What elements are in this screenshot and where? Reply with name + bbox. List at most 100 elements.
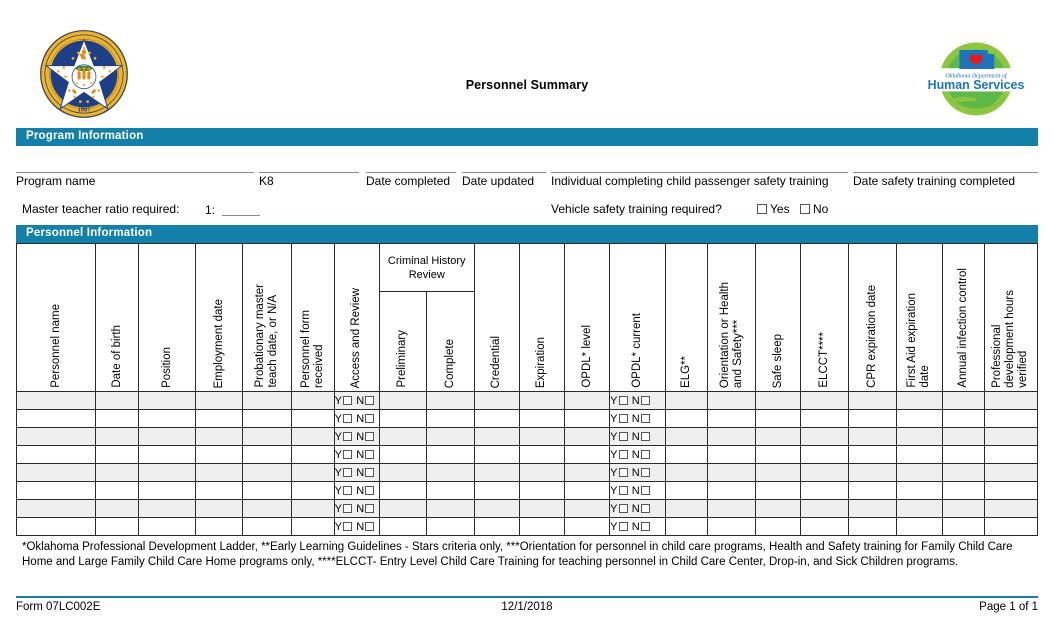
cell-preliminary[interactable] bbox=[378, 391, 427, 410]
cell-personnel-name[interactable] bbox=[15, 481, 97, 500]
checkbox-no-icon[interactable] bbox=[365, 503, 375, 513]
checkbox-no-icon[interactable] bbox=[640, 395, 650, 405]
cell-elcct[interactable] bbox=[800, 409, 849, 428]
cell-yes-no[interactable]: YN bbox=[609, 391, 667, 410]
checkbox-yes-icon[interactable] bbox=[343, 449, 353, 459]
checkbox-no-icon[interactable] bbox=[365, 413, 375, 423]
cell-employment-date[interactable] bbox=[195, 463, 244, 482]
cell-safe-sleep[interactable] bbox=[755, 409, 802, 428]
cell-personnel-name[interactable] bbox=[15, 409, 97, 428]
cell-professional-development-hours-verified[interactable] bbox=[983, 409, 1039, 428]
cell-complete[interactable] bbox=[425, 391, 475, 410]
field-date-safety-training-completed[interactable]: Date safety training completed bbox=[853, 172, 1038, 188]
cell-credential[interactable] bbox=[473, 409, 520, 428]
cell-yes-no[interactable]: YN bbox=[333, 445, 380, 464]
cell-complete[interactable] bbox=[425, 427, 475, 446]
cell-first-aid-expiration-date[interactable] bbox=[895, 463, 943, 482]
cell-elg[interactable] bbox=[665, 445, 709, 464]
cell-elcct[interactable] bbox=[800, 427, 849, 446]
checkbox-yes-icon[interactable] bbox=[618, 521, 628, 531]
cell-first-aid-expiration-date[interactable] bbox=[895, 499, 943, 518]
cell-orientation-or-health-and-safety[interactable] bbox=[707, 409, 757, 428]
cell-probationary-master-teach-date-or-n-a[interactable] bbox=[242, 391, 292, 410]
cell-annual-infection-control[interactable] bbox=[941, 499, 985, 518]
vehicle-safety-no-option[interactable]: No bbox=[800, 202, 828, 216]
cell-cpr-expiration-date[interactable] bbox=[847, 517, 897, 536]
cell-cpr-expiration-date[interactable] bbox=[847, 409, 897, 428]
checkbox-yes-icon[interactable] bbox=[618, 449, 628, 459]
cell-safe-sleep[interactable] bbox=[755, 445, 802, 464]
cell-personnel-name[interactable] bbox=[15, 445, 97, 464]
checkbox-yes-icon[interactable] bbox=[618, 467, 628, 477]
cell-position[interactable] bbox=[138, 499, 197, 518]
cell-position[interactable] bbox=[138, 391, 197, 410]
cell-cpr-expiration-date[interactable] bbox=[847, 463, 897, 482]
field-date-completed[interactable]: Date completed bbox=[366, 172, 456, 188]
checkbox-no-icon[interactable] bbox=[365, 485, 375, 495]
cell-position[interactable] bbox=[138, 445, 197, 464]
cell-date-of-birth[interactable] bbox=[95, 427, 140, 446]
cell-preliminary[interactable] bbox=[378, 481, 427, 500]
cell-personnel-name[interactable] bbox=[15, 517, 97, 536]
cell-first-aid-expiration-date[interactable] bbox=[895, 427, 943, 446]
cell-first-aid-expiration-date[interactable] bbox=[895, 409, 943, 428]
cell-first-aid-expiration-date[interactable] bbox=[895, 517, 943, 536]
checkbox-yes-icon[interactable] bbox=[618, 503, 628, 513]
cell-first-aid-expiration-date[interactable] bbox=[895, 391, 943, 410]
cell-cpr-expiration-date[interactable] bbox=[847, 499, 897, 518]
cell-probationary-master-teach-date-or-n-a[interactable] bbox=[242, 445, 292, 464]
cell-personnel-form-received[interactable] bbox=[290, 391, 335, 410]
checkbox-no-icon[interactable] bbox=[640, 449, 650, 459]
cell-annual-infection-control[interactable] bbox=[941, 517, 985, 536]
cell-yes-no[interactable]: YN bbox=[333, 409, 380, 428]
cell-opdl-level[interactable] bbox=[563, 517, 611, 536]
checkbox-no-icon[interactable] bbox=[640, 521, 650, 531]
cell-complete[interactable] bbox=[425, 499, 475, 518]
cell-first-aid-expiration-date[interactable] bbox=[895, 445, 943, 464]
master-teacher-ratio-input[interactable] bbox=[222, 215, 260, 216]
cell-opdl-level[interactable] bbox=[563, 499, 611, 518]
cell-annual-infection-control[interactable] bbox=[941, 463, 985, 482]
cell-cpr-expiration-date[interactable] bbox=[847, 445, 897, 464]
cell-yes-no[interactable]: YN bbox=[609, 409, 667, 428]
cell-preliminary[interactable] bbox=[378, 409, 427, 428]
cell-personnel-form-received[interactable] bbox=[290, 445, 335, 464]
checkbox-no-icon[interactable] bbox=[365, 467, 375, 477]
cell-preliminary[interactable] bbox=[378, 517, 427, 536]
cell-credential[interactable] bbox=[473, 427, 520, 446]
cell-yes-no[interactable]: YN bbox=[609, 427, 667, 446]
cell-orientation-or-health-and-safety[interactable] bbox=[707, 391, 757, 410]
checkbox-no-icon[interactable] bbox=[800, 204, 810, 214]
cell-yes-no[interactable]: YN bbox=[333, 427, 380, 446]
cell-complete[interactable] bbox=[425, 409, 475, 428]
cell-probationary-master-teach-date-or-n-a[interactable] bbox=[242, 427, 292, 446]
cell-position[interactable] bbox=[138, 463, 197, 482]
cell-annual-infection-control[interactable] bbox=[941, 409, 985, 428]
vehicle-safety-yes-option[interactable]: Yes bbox=[757, 202, 790, 216]
cell-elg[interactable] bbox=[665, 517, 709, 536]
cell-elcct[interactable] bbox=[800, 481, 849, 500]
cell-expiration[interactable] bbox=[518, 499, 565, 518]
checkbox-no-icon[interactable] bbox=[640, 431, 650, 441]
cell-expiration[interactable] bbox=[518, 445, 565, 464]
cell-employment-date[interactable] bbox=[195, 391, 244, 410]
cell-employment-date[interactable] bbox=[195, 427, 244, 446]
cell-expiration[interactable] bbox=[518, 463, 565, 482]
cell-personnel-name[interactable] bbox=[15, 427, 97, 446]
cell-preliminary[interactable] bbox=[378, 427, 427, 446]
cell-opdl-level[interactable] bbox=[563, 445, 611, 464]
cell-complete[interactable] bbox=[425, 445, 475, 464]
cell-position[interactable] bbox=[138, 481, 197, 500]
cell-annual-infection-control[interactable] bbox=[941, 391, 985, 410]
cell-date-of-birth[interactable] bbox=[95, 463, 140, 482]
cell-annual-infection-control[interactable] bbox=[941, 481, 985, 500]
cell-elcct[interactable] bbox=[800, 391, 849, 410]
checkbox-yes-icon[interactable] bbox=[618, 485, 628, 495]
cell-date-of-birth[interactable] bbox=[95, 409, 140, 428]
cell-credential[interactable] bbox=[473, 463, 520, 482]
checkbox-yes-icon[interactable] bbox=[343, 467, 353, 477]
cell-annual-infection-control[interactable] bbox=[941, 445, 985, 464]
checkbox-no-icon[interactable] bbox=[640, 485, 650, 495]
cell-opdl-level[interactable] bbox=[563, 391, 611, 410]
cell-orientation-or-health-and-safety[interactable] bbox=[707, 427, 757, 446]
